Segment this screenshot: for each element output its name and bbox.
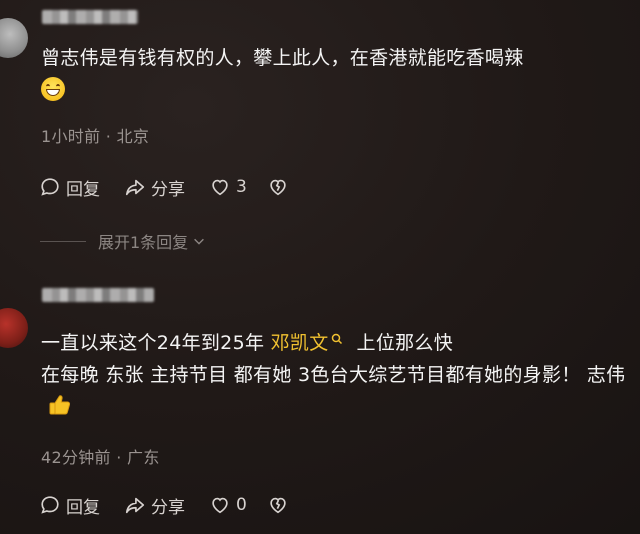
- heart-icon: [212, 497, 228, 514]
- avatar[interactable]: [0, 308, 28, 348]
- expand-replies-button[interactable]: 展开1条回复: [40, 229, 206, 253]
- comment-actions: 回复 分享 3: [39, 174, 289, 200]
- comment-meta: 1小时前 · 北京: [41, 123, 149, 147]
- expand-replies-label: 展开1条回复: [98, 233, 189, 252]
- comment-time: 1小时前: [41, 127, 101, 146]
- username-blurred: [42, 288, 154, 302]
- comment-location: 北京: [116, 127, 150, 146]
- grinning-face-emoji-icon: [41, 77, 65, 101]
- heart-icon: [212, 179, 228, 196]
- chevron-down-icon: [194, 238, 205, 245]
- reply-button[interactable]: 回复: [39, 493, 100, 518]
- comment-location: 广东: [127, 448, 160, 467]
- share-label: 分享: [151, 497, 185, 518]
- comment-text-part: 一直以来这个24年到25年: [41, 332, 265, 354]
- comment-text-part: 上位那么快: [356, 332, 454, 354]
- avatar[interactable]: [0, 18, 28, 58]
- comment-text: 一直以来这个24年到25年 邓凯文 上位那么快 在每晚 东张 主持节目 都有她 3…: [41, 327, 626, 423]
- search-icon[interactable]: [331, 333, 343, 345]
- share-button[interactable]: 分享: [124, 175, 185, 200]
- comment-text: 曾志伟是有钱有权的人，攀上此人，在香港就能吃香喝辣: [41, 42, 626, 106]
- comment-text-part: 在每晚 东张 主持节目 都有她 3色台大综艺节目都有她的身影！ 志伟: [41, 364, 626, 386]
- divider-line: [40, 240, 86, 242]
- reply-label: 回复: [66, 497, 100, 518]
- reply-bubble-icon: [41, 496, 59, 514]
- meta-separator: ·: [105, 127, 112, 146]
- share-label: 分享: [151, 179, 185, 200]
- reply-label: 回复: [66, 179, 100, 200]
- comment-item: 曾志伟是有钱有权的人，攀上此人，在香港就能吃香喝辣 1小时前 · 北京 回复 分…: [0, 0, 640, 260]
- like-button[interactable]: 0: [209, 494, 247, 516]
- dislike-button[interactable]: [267, 494, 289, 516]
- username-blurred: [42, 10, 138, 24]
- comment-time: 42分钟前: [41, 448, 111, 467]
- comment-meta: 42分钟前 · 广东: [41, 444, 160, 468]
- comment-text-body: 曾志伟是有钱有权的人，攀上此人，在香港就能吃香喝辣: [41, 47, 524, 69]
- broken-heart-icon: [270, 497, 286, 514]
- broken-heart-icon: [270, 179, 286, 196]
- meta-separator: ·: [116, 448, 122, 467]
- like-count: 3: [236, 177, 247, 197]
- share-button[interactable]: 分享: [124, 493, 185, 518]
- like-button[interactable]: 3: [209, 176, 247, 198]
- comment-actions: 回复 分享 0: [39, 492, 289, 518]
- share-arrow-icon: [125, 497, 145, 514]
- comment-item: 一直以来这个24年到25年 邓凯文 上位那么快 在每晚 东张 主持节目 都有她 3…: [0, 278, 640, 534]
- share-arrow-icon: [125, 179, 145, 196]
- mention-link[interactable]: 邓凯文: [271, 332, 329, 354]
- thumbs-up-emoji-icon: [49, 395, 71, 415]
- dislike-button[interactable]: [267, 176, 289, 198]
- like-count: 0: [236, 495, 247, 515]
- reply-button[interactable]: 回复: [39, 175, 100, 200]
- reply-bubble-icon: [41, 178, 59, 196]
